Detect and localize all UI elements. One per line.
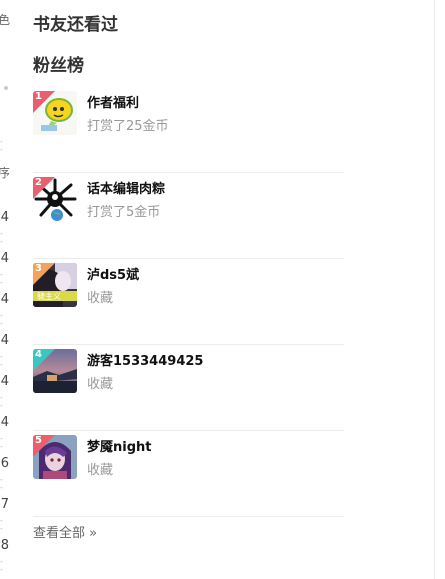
fan-avatar[interactable]: 騎主义 3: [33, 263, 77, 307]
rank-number: 1: [35, 91, 42, 102]
strip-number: 6: [0, 456, 9, 471]
fan-avatar[interactable]: 2: [33, 177, 77, 221]
strip-dash: - -: [0, 352, 4, 369]
section-title-also-read: 书友还看过: [33, 15, 118, 35]
strip-dash: - -: [0, 475, 4, 492]
fan-avatar[interactable]: 5: [33, 435, 77, 479]
strip-number: 4: [0, 415, 9, 430]
strip-dash: - -: [0, 137, 4, 154]
fan-name[interactable]: 游客1533449425: [87, 350, 203, 369]
rank-number: 3: [35, 263, 42, 274]
strip-number: 4: [0, 333, 9, 348]
fan-action: 收藏: [87, 377, 114, 392]
strip-number: 7: [0, 497, 9, 512]
fan-action: 收藏: [87, 291, 114, 306]
strip-dash: - -: [0, 393, 4, 410]
fan-name[interactable]: 话本编辑肉粽: [87, 178, 165, 197]
fan-avatar[interactable]: 1: [33, 91, 77, 135]
strip-char-top: 色: [0, 13, 10, 27]
avatar-caption: 騎主义: [37, 291, 61, 301]
rank-number: 2: [35, 177, 42, 188]
strip-dash: - -: [0, 557, 4, 574]
strip-number: 4: [0, 210, 9, 225]
fan-item[interactable]: 1 作者福利 打赏了25金币: [33, 87, 344, 173]
strip-number: 4: [0, 374, 9, 389]
fan-name[interactable]: 作者福利: [87, 92, 139, 111]
panel-right-border: [434, 0, 435, 579]
view-all-link[interactable]: 查看全部 »: [33, 522, 97, 541]
fan-item[interactable]: 騎主义 3 泸ds5斌 收藏: [33, 259, 344, 345]
strip-dash: - -: [0, 229, 4, 246]
fan-avatar[interactable]: 4: [33, 349, 77, 393]
rank-number: 5: [35, 435, 42, 446]
fan-item[interactable]: 4 游客1533449425 收藏: [33, 345, 344, 431]
fan-name[interactable]: 梦魇night: [87, 436, 152, 455]
fan-item[interactable]: 5 梦魇night 收藏: [33, 431, 344, 517]
fan-list: 1 作者福利 打赏了25金币 2 话本编辑肉粽 打赏了5金币 騎主义 3 泸ds…: [33, 87, 344, 517]
rank-number: 4: [35, 349, 42, 360]
strip-dash: - -: [0, 311, 4, 328]
strip-number: 4: [0, 292, 9, 307]
fan-action: 打赏了5金币: [87, 205, 161, 220]
fan-action: 打赏了25金币: [87, 119, 169, 134]
strip-dash: - -: [0, 516, 4, 533]
fan-item[interactable]: 2 话本编辑肉粽 打赏了5金币: [33, 173, 344, 259]
strip-dash: - -: [0, 270, 4, 287]
left-column-strip: 色 - - 序 4 - - 4 - - 4 - - 4 - - 4 - - 4 …: [0, 0, 12, 579]
strip-number: 4: [0, 251, 9, 266]
fan-name[interactable]: 泸ds5斌: [87, 264, 139, 283]
strip-char-mid: 序: [0, 166, 10, 180]
strip-dot: [4, 86, 8, 90]
strip-number: 8: [0, 538, 9, 553]
section-title-fans: 粉丝榜: [33, 56, 84, 76]
strip-dash: - -: [0, 434, 4, 451]
fan-action: 收藏: [87, 463, 114, 478]
